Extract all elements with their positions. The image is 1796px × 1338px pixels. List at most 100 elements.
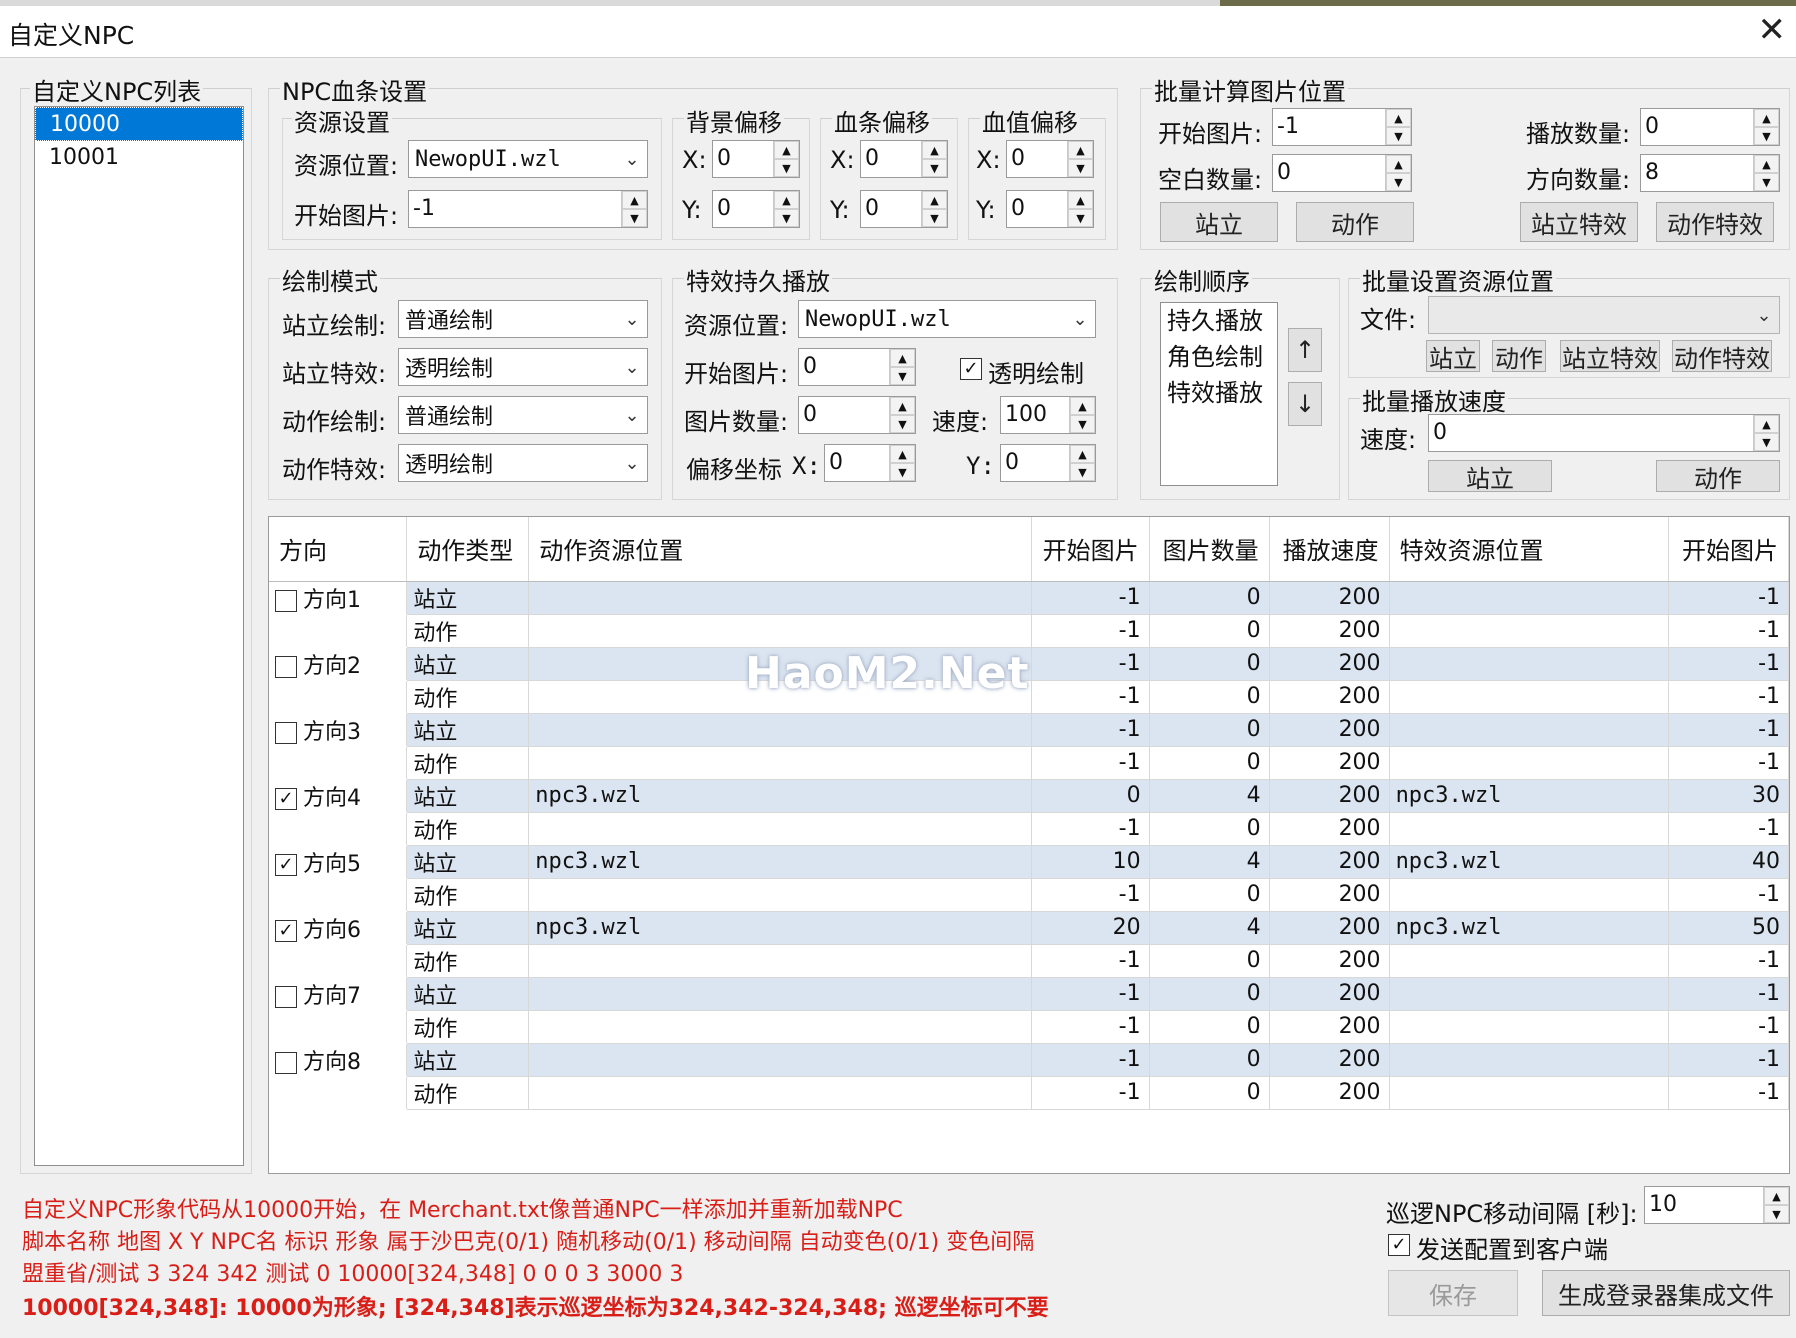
direction-cell[interactable]: 方向1: [269, 581, 408, 615]
play-speed-cell[interactable]: 200: [1269, 614, 1390, 648]
spin-up-icon[interactable]: ▲: [1386, 155, 1411, 173]
chevron-down-icon[interactable]: ⌄: [617, 149, 647, 170]
bar-offset-x-spin[interactable]: 0 ▲ ▼: [860, 140, 948, 178]
transparent-draw-checkbox[interactable]: ✓: [960, 358, 982, 380]
effect-start-cell[interactable]: -1: [1668, 977, 1789, 1011]
effect-start-cell[interactable]: -1: [1668, 944, 1789, 978]
image-count-cell[interactable]: 0: [1149, 1010, 1270, 1044]
spin-up-icon[interactable]: ▲: [774, 141, 799, 159]
direction-table[interactable]: 方向 动作类型 动作资源位置 开始图片 图片数量 播放速度 特效资源位置 开始图…: [268, 516, 1790, 1174]
spin-up-icon[interactable]: ▲: [1068, 141, 1093, 159]
start-image-cell[interactable]: -1: [1031, 944, 1150, 978]
start-image-cell[interactable]: 0: [1031, 779, 1150, 813]
effect-resource-cell[interactable]: [1389, 977, 1669, 1011]
table-row[interactable]: 动作 -1 0 200 -1: [269, 1010, 1789, 1044]
action-resource-cell[interactable]: npc3.wzl: [528, 911, 1032, 945]
spin-down-icon[interactable]: ▼: [890, 415, 915, 433]
draw-order-item[interactable]: 持久播放: [1161, 303, 1277, 339]
effect-start-cell[interactable]: -1: [1668, 1043, 1789, 1077]
resource-action-button[interactable]: 动作: [1492, 340, 1546, 373]
effect-start-cell[interactable]: -1: [1668, 614, 1789, 648]
effect-start-cell[interactable]: -1: [1668, 812, 1789, 846]
batch-start-spin[interactable]: -1 ▲ ▼: [1272, 108, 1412, 146]
action-resource-cell[interactable]: [528, 1043, 1032, 1077]
direction-cell[interactable]: [269, 1010, 408, 1044]
start-image-cell[interactable]: -1: [1031, 812, 1150, 846]
direction-cell[interactable]: 方向7: [269, 977, 408, 1011]
effect-resource-cell[interactable]: [1389, 746, 1669, 780]
image-count-cell[interactable]: 0: [1149, 581, 1270, 615]
action-type-cell[interactable]: 站立: [406, 1043, 530, 1077]
chevron-down-icon[interactable]: ⌄: [617, 309, 647, 330]
effect-offset-x-spin[interactable]: 0 ▲ ▼: [824, 444, 916, 482]
action-resource-cell[interactable]: [528, 977, 1032, 1011]
table-row[interactable]: 方向7 站立 -1 0 200 -1: [269, 977, 1789, 1011]
image-count-cell[interactable]: 0: [1149, 746, 1270, 780]
effect-start-cell[interactable]: -1: [1668, 647, 1789, 681]
spin-down-icon[interactable]: ▼: [890, 367, 915, 385]
effect-resource-cell[interactable]: [1389, 1076, 1669, 1110]
close-icon[interactable]: ✕: [1758, 10, 1787, 50]
action-resource-cell[interactable]: [528, 746, 1032, 780]
action-draw-combo[interactable]: 普通绘制 ⌄: [398, 396, 648, 434]
batch-play-spin[interactable]: 0 ▲ ▼: [1640, 108, 1780, 146]
play-speed-cell[interactable]: 200: [1269, 878, 1390, 912]
effect-speed-spin[interactable]: 100 ▲ ▼: [1000, 396, 1096, 434]
start-image-cell[interactable]: 10: [1031, 845, 1150, 879]
column-header[interactable]: 开始图片: [1668, 517, 1789, 582]
start-image-cell[interactable]: -1: [1031, 581, 1150, 615]
spin-down-icon[interactable]: ▼: [1754, 433, 1779, 451]
effect-resource-cell[interactable]: [1389, 647, 1669, 681]
stand-effect-combo[interactable]: 透明绘制 ⌄: [398, 348, 648, 386]
direction-cell[interactable]: [269, 746, 408, 780]
bg-offset-x-spin[interactable]: 0 ▲ ▼: [712, 140, 800, 178]
action-resource-cell[interactable]: [528, 944, 1032, 978]
batch-action-button[interactable]: 动作: [1296, 202, 1414, 242]
play-speed-cell[interactable]: 200: [1269, 977, 1390, 1011]
direction-checkbox[interactable]: [275, 721, 297, 744]
send-config-checkbox[interactable]: ✓: [1388, 1234, 1410, 1256]
table-row[interactable]: 方向8 站立 -1 0 200 -1: [269, 1043, 1789, 1077]
resource-location-combo[interactable]: NewopUI.wzl ⌄: [408, 140, 648, 178]
image-count-cell[interactable]: 0: [1149, 647, 1270, 681]
action-type-cell[interactable]: 动作: [406, 812, 530, 846]
resource-start-spin[interactable]: -1 ▲ ▼: [408, 190, 648, 228]
direction-cell[interactable]: [269, 878, 408, 912]
spin-up-icon[interactable]: ▲: [890, 445, 915, 463]
chevron-down-icon[interactable]: ⌄: [617, 453, 647, 474]
spin-down-icon[interactable]: ▼: [1386, 127, 1411, 145]
spin-down-icon[interactable]: ▼: [1386, 173, 1411, 191]
action-type-cell[interactable]: 动作: [406, 1010, 530, 1044]
effect-resource-cell[interactable]: npc3.wzl: [1389, 779, 1669, 813]
chevron-down-icon[interactable]: ⌄: [1065, 309, 1095, 330]
action-resource-cell[interactable]: [528, 581, 1032, 615]
column-header[interactable]: 方向: [269, 517, 408, 582]
value-offset-y-spin[interactable]: 0 ▲ ▼: [1006, 190, 1094, 228]
direction-checkbox[interactable]: ✓: [275, 853, 297, 876]
column-header[interactable]: 动作类型: [406, 517, 530, 582]
play-speed-cell[interactable]: 200: [1269, 812, 1390, 846]
effect-start-cell[interactable]: -1: [1668, 878, 1789, 912]
batch-dir-spin[interactable]: 8 ▲ ▼: [1640, 154, 1780, 192]
direction-checkbox[interactable]: [275, 985, 297, 1008]
image-count-cell[interactable]: 0: [1149, 878, 1270, 912]
spin-up-icon[interactable]: ▲: [622, 191, 647, 209]
spin-up-icon[interactable]: ▲: [890, 349, 915, 367]
spin-down-icon[interactable]: ▼: [1068, 159, 1093, 177]
image-count-cell[interactable]: 0: [1149, 977, 1270, 1011]
start-image-cell[interactable]: -1: [1031, 1076, 1150, 1110]
effect-start-cell[interactable]: -1: [1668, 746, 1789, 780]
effect-resource-cell[interactable]: [1389, 878, 1669, 912]
action-resource-cell[interactable]: npc3.wzl: [528, 845, 1032, 879]
batch-stand-effect-button[interactable]: 站立特效: [1520, 202, 1638, 242]
image-count-cell[interactable]: 0: [1149, 614, 1270, 648]
spin-down-icon[interactable]: ▼: [622, 209, 647, 227]
action-type-cell[interactable]: 动作: [406, 1076, 530, 1110]
play-speed-cell[interactable]: 200: [1269, 581, 1390, 615]
bg-offset-y-spin[interactable]: 0 ▲ ▼: [712, 190, 800, 228]
direction-cell[interactable]: ✓ 方向6: [269, 911, 408, 945]
spin-up-icon[interactable]: ▲: [774, 191, 799, 209]
table-row[interactable]: ✓ 方向4 站立 npc3.wzl 0 4 200 npc3.wzl 30: [269, 779, 1789, 813]
direction-checkbox[interactable]: [275, 655, 297, 678]
effect-resource-cell[interactable]: npc3.wzl: [1389, 911, 1669, 945]
